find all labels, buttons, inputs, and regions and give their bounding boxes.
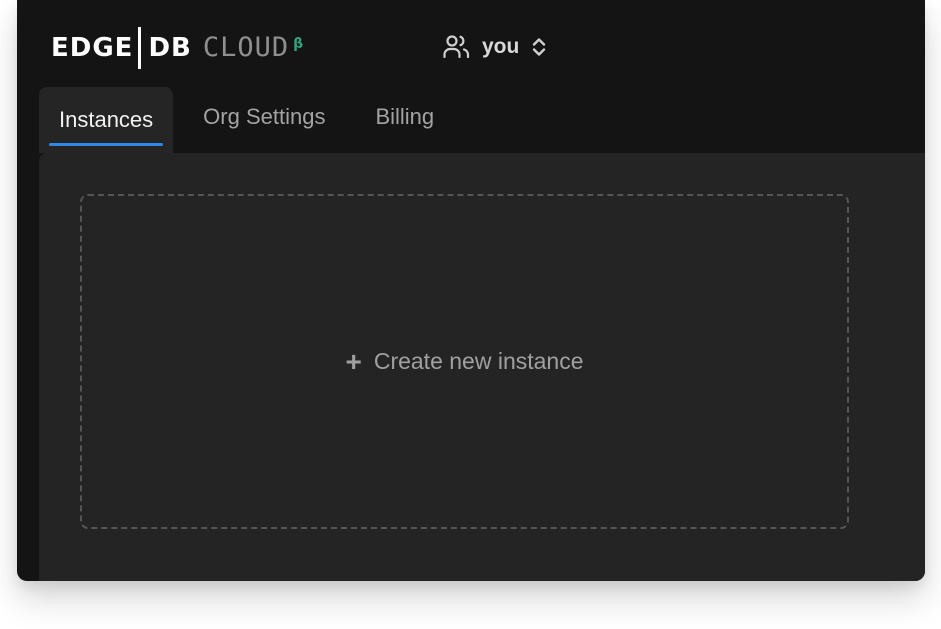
org-switcher[interactable]: you [442,32,547,62]
tab-instances[interactable]: Instances [39,87,174,153]
org-name: you [482,35,520,58]
tab-org-settings[interactable]: Org Settings [183,87,345,147]
chevron-up-down-icon [533,38,546,56]
create-new-instance-button[interactable]: + Create new instance [80,194,849,529]
tab-billing[interactable]: Billing [355,87,454,147]
logo-text-db: DB [148,33,192,63]
nav-tabs: Instances Org Settings Billing [39,87,464,153]
logo-text-cloud: CLOUD [202,32,290,63]
top-bar: EDGE DB CLOUD β you [17,0,925,90]
tab-label: Instances [59,107,154,132]
logo-separator [138,27,142,69]
logo-text-edge: EDGE [51,33,134,63]
beta-badge: β [293,36,305,52]
plus-icon: + [345,345,362,377]
create-new-instance-content: + Create new instance [345,345,584,377]
instances-panel: + Create new instance [39,153,925,581]
create-new-instance-label: Create new instance [373,348,584,374]
edgedb-cloud-logo[interactable]: EDGE DB CLOUD β [51,27,304,69]
tab-label: Org Settings [203,104,326,129]
app-window: EDGE DB CLOUD β you Instances Org Settin… [17,0,925,581]
active-tab-indicator [49,143,164,146]
tab-label: Billing [375,104,435,129]
users-icon [443,35,470,59]
